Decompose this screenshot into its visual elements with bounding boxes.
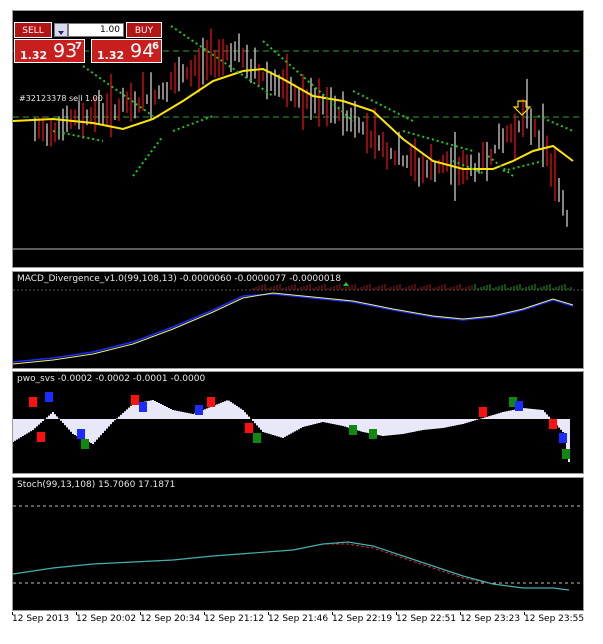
time-axis-tick (268, 612, 269, 615)
buy-button[interactable]: BUY (126, 22, 162, 38)
buy-price[interactable]: 1.32 94 6 (91, 39, 162, 63)
channel-segment (132, 135, 164, 177)
time-axis-label: 12 Sep 23:23 (460, 614, 521, 624)
time-axis-label: 12 Sep 23:55 (524, 614, 585, 624)
time-axis-label: 12 Sep 21:12 (204, 614, 265, 624)
buy-price-fraction: 6 (152, 41, 159, 52)
one-click-trading-panel: SELL 1.00 BUY 1.32 93 7 1.32 94 6 (14, 22, 162, 63)
time-axis-label: 12 Sep 2013 (12, 614, 70, 624)
time-axis-label: 12 Sep 21:46 (268, 614, 329, 624)
pwo-indicator-pane[interactable]: pwo_svs -0.0002 -0.0002 -0.0001 -0.0000 (12, 371, 584, 474)
channel-segment (52, 130, 104, 142)
pwo-signal-block (369, 429, 377, 439)
time-axis-label: 12 Sep 22:19 (332, 614, 393, 624)
pwo-signal-block (77, 429, 85, 439)
macd-arrow-icon (343, 282, 349, 286)
pwo-signal-block (479, 407, 487, 417)
pwo-signal-block (37, 432, 45, 442)
time-axis-tick (524, 612, 525, 615)
pwo-signal-block (81, 439, 89, 449)
pwo-label: pwo_svs -0.0002 -0.0002 -0.0001 -0.0000 (17, 374, 206, 384)
macd-canvas (13, 282, 583, 365)
time-axis-label: 12 Sep 20:02 (76, 614, 137, 624)
pwo-signal-block (195, 405, 203, 415)
time-axis-label: 12 Sep 20:34 (140, 614, 201, 624)
time-axis-tick (460, 612, 461, 615)
macd-label: MACD_Divergence_v1.0(99,108,13) -0.00000… (17, 274, 342, 284)
macd-signal-line (13, 292, 574, 365)
sell-price[interactable]: 1.32 93 7 (14, 39, 85, 63)
time-axis-tick (332, 612, 333, 615)
time-axis-tick (204, 612, 205, 615)
pwo-signal-block (45, 392, 53, 402)
channel-segment (402, 130, 474, 152)
lot-dropdown-arrow-icon[interactable] (54, 23, 68, 37)
pwo-signal-block (131, 395, 139, 405)
time-axis-tick (76, 612, 77, 615)
pwo-signal-block (515, 401, 523, 411)
pwo-signal-block (559, 433, 567, 443)
sell-price-prefix: 1.32 (20, 49, 48, 62)
pwo-signal-block (253, 433, 261, 443)
chart-window: #32123378 sell 1.00 SELL 1.00 BUY 1.32 9… (0, 0, 603, 644)
time-axis-tick (12, 612, 13, 615)
pwo-signal-block (349, 425, 357, 435)
sell-price-pips: 93 (53, 40, 78, 62)
pwo-signal-block (207, 397, 215, 407)
channel-segment (172, 115, 214, 132)
macd-main-line (13, 293, 574, 363)
macd-indicator-pane[interactable]: MACD_Divergence_v1.0(99,108,13) -0.00000… (12, 271, 584, 369)
buy-price-prefix: 1.32 (97, 49, 125, 62)
sell-price-fraction: 7 (75, 41, 82, 52)
pwo-signal-block (139, 402, 147, 412)
pwo-signal-block (29, 397, 37, 407)
pwo-canvas (13, 392, 570, 462)
time-axis-label: 12 Sep 22:51 (396, 614, 457, 624)
lot-size-input[interactable]: 1.00 (68, 23, 124, 37)
pwo-signal-block (549, 419, 557, 429)
time-axis: 12 Sep 2013 12 Sep 20:02 12 Sep 20:34 12 Se… (12, 612, 584, 628)
buy-price-pips: 94 (130, 40, 155, 62)
moving-average-line (13, 67, 574, 170)
sell-button[interactable]: SELL (14, 22, 52, 38)
stochastic-label: Stoch(99,13,108) 15.7060 17.1871 (17, 480, 176, 490)
pwo-signal-block (245, 423, 253, 433)
order-label: #32123378 sell 1.00 (19, 94, 103, 103)
channel-segment (487, 155, 514, 177)
pwo-signal-block (562, 449, 570, 459)
time-axis-tick (396, 612, 397, 615)
stochastic-indicator-pane[interactable]: Stoch(99,13,108) 15.7060 17.1871 (12, 477, 584, 611)
channel-segment (170, 25, 274, 97)
stochastic-canvas (13, 505, 583, 591)
time-axis-tick (140, 612, 141, 615)
